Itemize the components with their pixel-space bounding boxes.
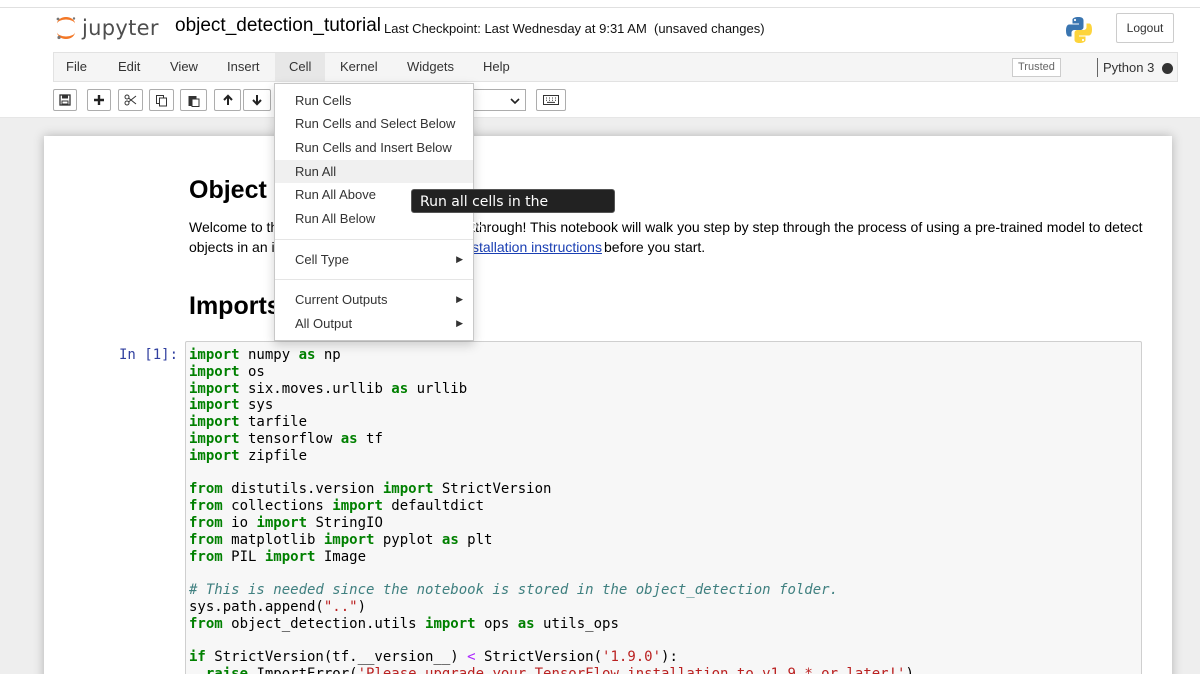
menu-divider bbox=[275, 239, 473, 240]
code-line: import numpy as np bbox=[189, 347, 341, 363]
python-logo-icon bbox=[1064, 15, 1094, 45]
cell-prompt: In [1]: bbox=[119, 347, 179, 363]
kernel-divider bbox=[1097, 58, 1098, 77]
code-line: from object_detection.utils import ops a… bbox=[189, 615, 619, 632]
kernel-status-indicator bbox=[1162, 63, 1173, 74]
code-line: if StrictVersion(tf.__version__) < Stric… bbox=[189, 649, 678, 666]
paste-button[interactable] bbox=[180, 89, 207, 111]
code-line: from io import StringIO bbox=[189, 514, 383, 531]
paste-icon bbox=[188, 95, 200, 107]
code-line: # This is needed since the notebook is s… bbox=[189, 582, 839, 599]
markdown-heading-object: Object bbox=[189, 176, 267, 204]
menu-kernel[interactable]: Kernel bbox=[330, 53, 388, 81]
caret-right-icon: ▶ bbox=[456, 254, 463, 264]
checkpoint-status: Last Checkpoint: Last Wednesday at 9:31 … bbox=[384, 21, 647, 36]
code-line: import tarfile bbox=[189, 414, 308, 431]
markdown-text: kthrough! This notebook will walk you st… bbox=[468, 219, 1143, 235]
menu-item-label: Current Outputs bbox=[295, 292, 388, 307]
command-palette-button[interactable] bbox=[536, 89, 566, 111]
menu-view[interactable]: View bbox=[160, 53, 208, 81]
scissors-icon bbox=[124, 94, 137, 106]
cell-type-select[interactable] bbox=[470, 89, 526, 111]
unsaved-status: (unsaved changes) bbox=[654, 21, 765, 36]
menu-item-current-outputs[interactable]: Current Outputs ▶ bbox=[275, 288, 473, 311]
menu-item-label: All Output bbox=[295, 316, 353, 331]
jupyter-logo-icon bbox=[56, 17, 76, 40]
markdown-text: objects in an i bbox=[189, 239, 275, 255]
cut-button[interactable] bbox=[118, 89, 143, 111]
plus-icon bbox=[94, 95, 104, 105]
save-icon bbox=[59, 94, 71, 106]
markdown-text: Welcome to th bbox=[189, 219, 279, 235]
code-line: from collections import defaultdict bbox=[189, 498, 485, 515]
jupyter-logo[interactable]: jupyter bbox=[55, 14, 159, 42]
insert-cell-button[interactable] bbox=[87, 89, 111, 111]
menu-cell[interactable]: Cell bbox=[275, 53, 326, 81]
notebook-container: Object Welcome to th kthrough! This note… bbox=[44, 136, 1172, 674]
caret-right-icon: ▶ bbox=[456, 294, 463, 304]
logo-text: jupyter bbox=[82, 16, 159, 40]
copy-button[interactable] bbox=[149, 89, 174, 111]
code-line: sys.path.append("..") bbox=[189, 598, 367, 615]
menu-edit[interactable]: Edit bbox=[108, 53, 150, 81]
menu-item-run-all[interactable]: Run All bbox=[275, 160, 473, 183]
code-line: from matplotlib import pyplot as plt bbox=[189, 531, 493, 548]
menu-item-label: Cell Type bbox=[295, 252, 349, 267]
caret-right-icon: ▶ bbox=[456, 318, 463, 328]
code-line: import os bbox=[189, 363, 265, 380]
trusted-badge[interactable]: Trusted bbox=[1012, 58, 1061, 77]
menu-file[interactable]: File bbox=[56, 53, 97, 81]
save-button[interactable] bbox=[53, 89, 77, 111]
notebook-header: jupyter object_detection_tutorial Last C… bbox=[0, 8, 1200, 118]
menu-item-run-cells-select-below[interactable]: Run Cells and Select Below bbox=[275, 112, 473, 135]
code-line: import tensorflow as tf bbox=[189, 430, 383, 447]
browser-top-strip bbox=[0, 0, 1200, 8]
arrow-up-icon bbox=[222, 94, 233, 105]
menu-item-cell-type[interactable]: Cell Type ▶ bbox=[275, 248, 473, 271]
menu-widgets[interactable]: Widgets bbox=[397, 53, 464, 81]
installation-instructions-link[interactable]: stallation instructions bbox=[472, 239, 602, 255]
code-cell[interactable]: import numpy as np import os import six.… bbox=[185, 341, 1142, 674]
keyboard-icon bbox=[543, 95, 559, 105]
code-line: import zipfile bbox=[189, 447, 308, 464]
arrow-down-icon bbox=[252, 95, 262, 106]
code-line: import six.moves.urllib as urllib bbox=[189, 380, 468, 397]
notebook-title[interactable]: object_detection_tutorial bbox=[175, 15, 381, 37]
menu-item-run-cells[interactable]: Run Cells bbox=[275, 89, 473, 112]
menu-help[interactable]: Help bbox=[473, 53, 520, 81]
move-up-button[interactable] bbox=[214, 89, 241, 111]
menu-divider bbox=[275, 279, 473, 280]
menubar: File Edit View Insert Cell Kernel Widget… bbox=[53, 52, 1178, 82]
menu-item-all-output[interactable]: All Output ▶ bbox=[275, 312, 473, 335]
menu-item-run-cells-insert-below[interactable]: Run Cells and Insert Below bbox=[275, 136, 473, 159]
markdown-heading-imports: Imports bbox=[189, 292, 281, 320]
menu-insert[interactable]: Insert bbox=[217, 53, 270, 81]
kernel-name[interactable]: Python 3 bbox=[1103, 58, 1154, 77]
tooltip: Run all cells in the notebook bbox=[411, 189, 615, 234]
move-down-button[interactable] bbox=[243, 89, 271, 111]
chevron-down-icon bbox=[510, 98, 520, 105]
code-line: from distutils.version import StrictVers… bbox=[189, 481, 552, 498]
copy-icon bbox=[156, 94, 167, 106]
code-line: import sys bbox=[189, 397, 274, 414]
code-line: from PIL import Image bbox=[189, 548, 367, 565]
code-line: raise ImportError('Please upgrade your T… bbox=[189, 666, 1141, 674]
logout-button[interactable]: Logout bbox=[1116, 13, 1174, 43]
markdown-text: before you start. bbox=[604, 239, 706, 255]
